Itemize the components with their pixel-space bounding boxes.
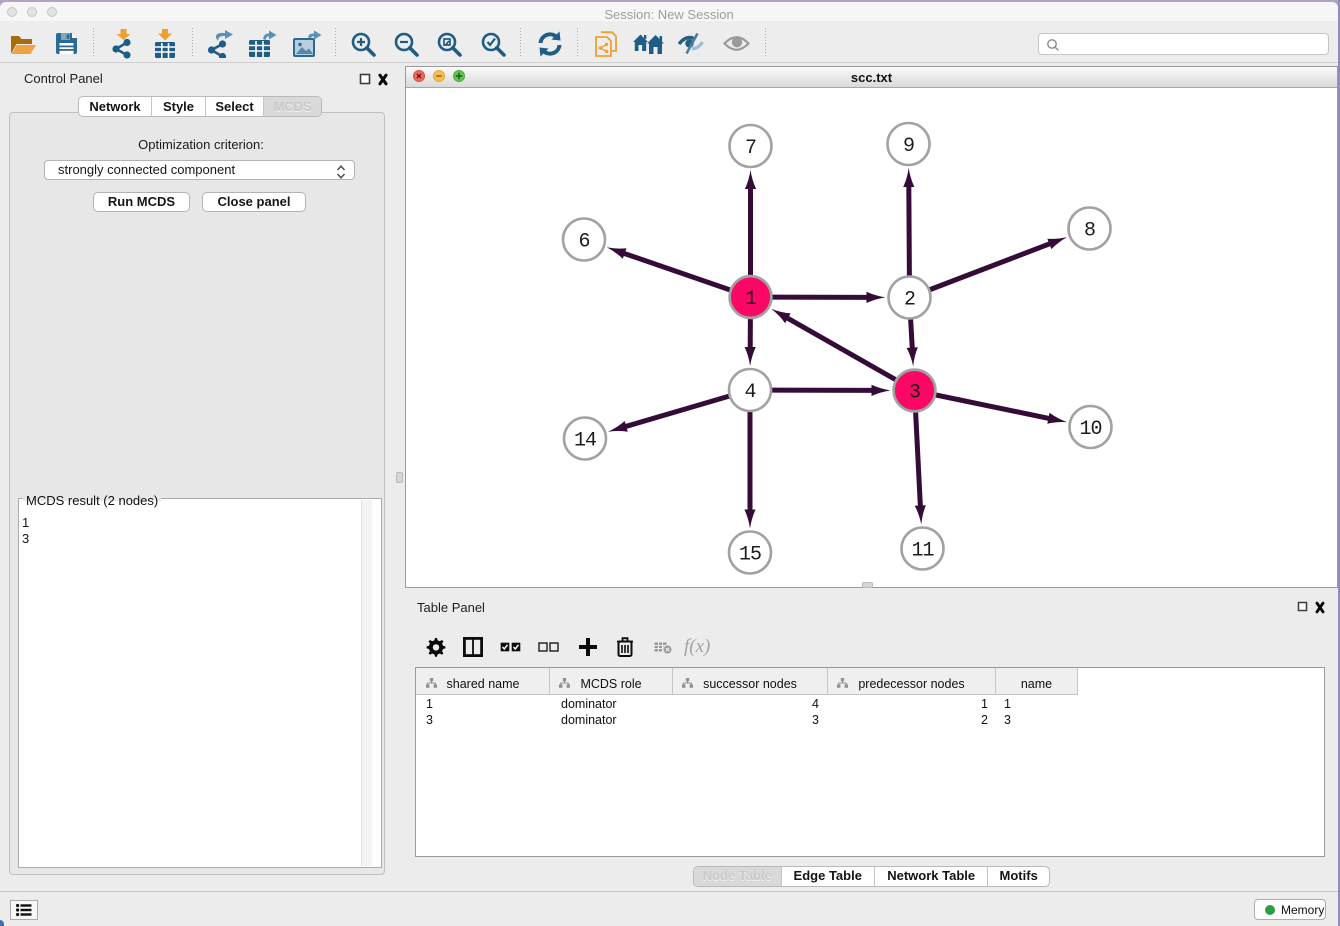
svg-text:1: 1 [745, 288, 757, 311]
svg-text:6: 6 [578, 231, 589, 254]
svg-text:8: 8 [1084, 220, 1095, 243]
svg-text:7: 7 [745, 137, 756, 160]
svg-text:3: 3 [909, 382, 920, 405]
svg-text:11: 11 [911, 540, 934, 563]
svg-text:9: 9 [903, 135, 914, 158]
svg-text:10: 10 [1079, 418, 1101, 441]
svg-text:4: 4 [744, 381, 755, 404]
svg-text:f(x): f(x) [684, 637, 710, 657]
svg-text:2: 2 [904, 289, 915, 312]
svg-text:15: 15 [739, 544, 761, 567]
svg-text:14: 14 [574, 430, 596, 453]
